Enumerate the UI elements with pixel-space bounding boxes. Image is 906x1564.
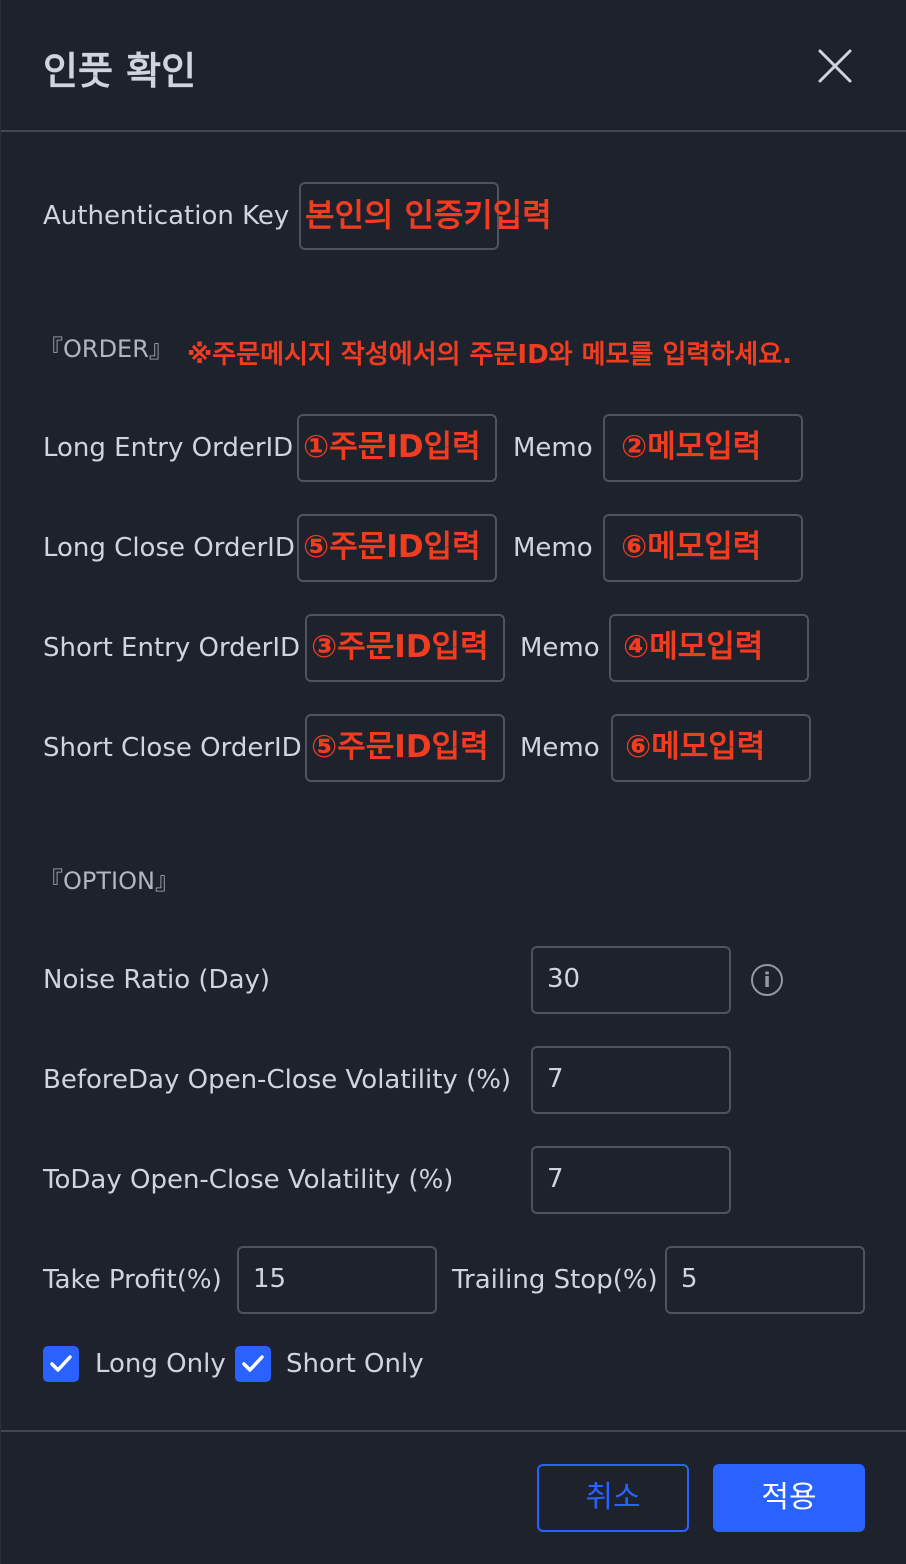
short-close-memo-value: ⑥메모입력 <box>625 729 766 765</box>
order-section-label: 『ORDER』 <box>39 335 173 363</box>
info-icon[interactable]: i <box>751 964 783 996</box>
option-section-label: 『OPTION』 <box>39 867 179 895</box>
long-entry-memo-input[interactable]: ②메모입력 <box>603 414 803 482</box>
auth-key-label: Authentication Key <box>43 201 290 231</box>
long-close-memo-input[interactable]: ⑥메모입력 <box>603 514 803 582</box>
take-profit-label: Take Profit(%) <box>43 1265 222 1295</box>
noise-ratio-label: Noise Ratio (Day) <box>43 965 271 995</box>
short-close-memo-input[interactable]: ⑥메모입력 <box>611 714 811 782</box>
memo-label: Memo <box>520 633 600 663</box>
check-icon <box>50 1355 72 1372</box>
dialog-title: 인풋 확인 <box>43 49 197 93</box>
apply-button[interactable]: 적용 <box>713 1464 865 1532</box>
long-entry-memo-value: ②메모입력 <box>621 429 762 465</box>
dialog-header: 인풋 확인 <box>1 0 906 132</box>
beforeday-volatility-label: BeforeDay Open-Close Volatility (%) <box>43 1065 512 1095</box>
long-entry-orderid-label: Long Entry OrderID <box>43 433 294 463</box>
long-only-label[interactable]: Long Only <box>95 1347 226 1381</box>
short-close-orderid-label: Short Close OrderID <box>43 733 302 763</box>
memo-label: Memo <box>513 433 593 463</box>
long-close-orderid-value: ⑤주문ID입력 <box>303 529 481 565</box>
short-only-checkbox[interactable] <box>235 1346 271 1382</box>
short-close-orderid-input[interactable]: ⑤주문ID입력 <box>305 714 505 782</box>
trailing-stop-input[interactable]: 5 <box>665 1246 865 1314</box>
check-icon <box>242 1355 264 1372</box>
input-dialog: 인풋 확인 Authentication Key 본인의 인증키입력 『ORDE… <box>0 0 906 1564</box>
take-profit-input[interactable]: 15 <box>237 1246 437 1314</box>
memo-label: Memo <box>520 733 600 763</box>
memo-label: Memo <box>513 533 593 563</box>
close-icon[interactable] <box>813 44 857 88</box>
noise-ratio-input[interactable]: 30 <box>531 946 731 1014</box>
trailing-stop-label: Trailing Stop(%) <box>452 1265 658 1295</box>
long-close-orderid-input[interactable]: ⑤주문ID입력 <box>297 514 497 582</box>
beforeday-volatility-input[interactable]: 7 <box>531 1046 731 1114</box>
short-entry-orderid-input[interactable]: ③주문ID입력 <box>305 614 505 682</box>
short-entry-memo-value: ④메모입력 <box>623 629 764 665</box>
short-close-orderid-value: ⑤주문ID입력 <box>311 729 489 765</box>
long-entry-orderid-value: ①주문ID입력 <box>303 429 481 465</box>
long-close-memo-value: ⑥메모입력 <box>621 529 762 565</box>
long-only-checkbox[interactable] <box>43 1346 79 1382</box>
auth-key-value: 본인의 인증키입력 <box>305 196 552 234</box>
footer-divider <box>1 1430 906 1432</box>
short-entry-memo-input[interactable]: ④메모입력 <box>609 614 809 682</box>
cancel-button[interactable]: 취소 <box>537 1464 689 1532</box>
auth-key-input[interactable]: 본인의 인증키입력 <box>299 182 552 250</box>
short-entry-orderid-value: ③주문ID입력 <box>311 629 489 665</box>
today-volatility-label: ToDay Open-Close Volatility (%) <box>43 1165 454 1195</box>
long-entry-orderid-input[interactable]: ①주문ID입력 <box>297 414 497 482</box>
short-entry-orderid-label: Short Entry OrderID <box>43 633 301 663</box>
today-volatility-input[interactable]: 7 <box>531 1146 731 1214</box>
short-only-label[interactable]: Short Only <box>286 1347 424 1381</box>
order-note: ※주문메시지 작성에서의 주문ID와 메모를 입력하세요. <box>187 340 792 370</box>
long-close-orderid-label: Long Close OrderID <box>43 533 295 563</box>
